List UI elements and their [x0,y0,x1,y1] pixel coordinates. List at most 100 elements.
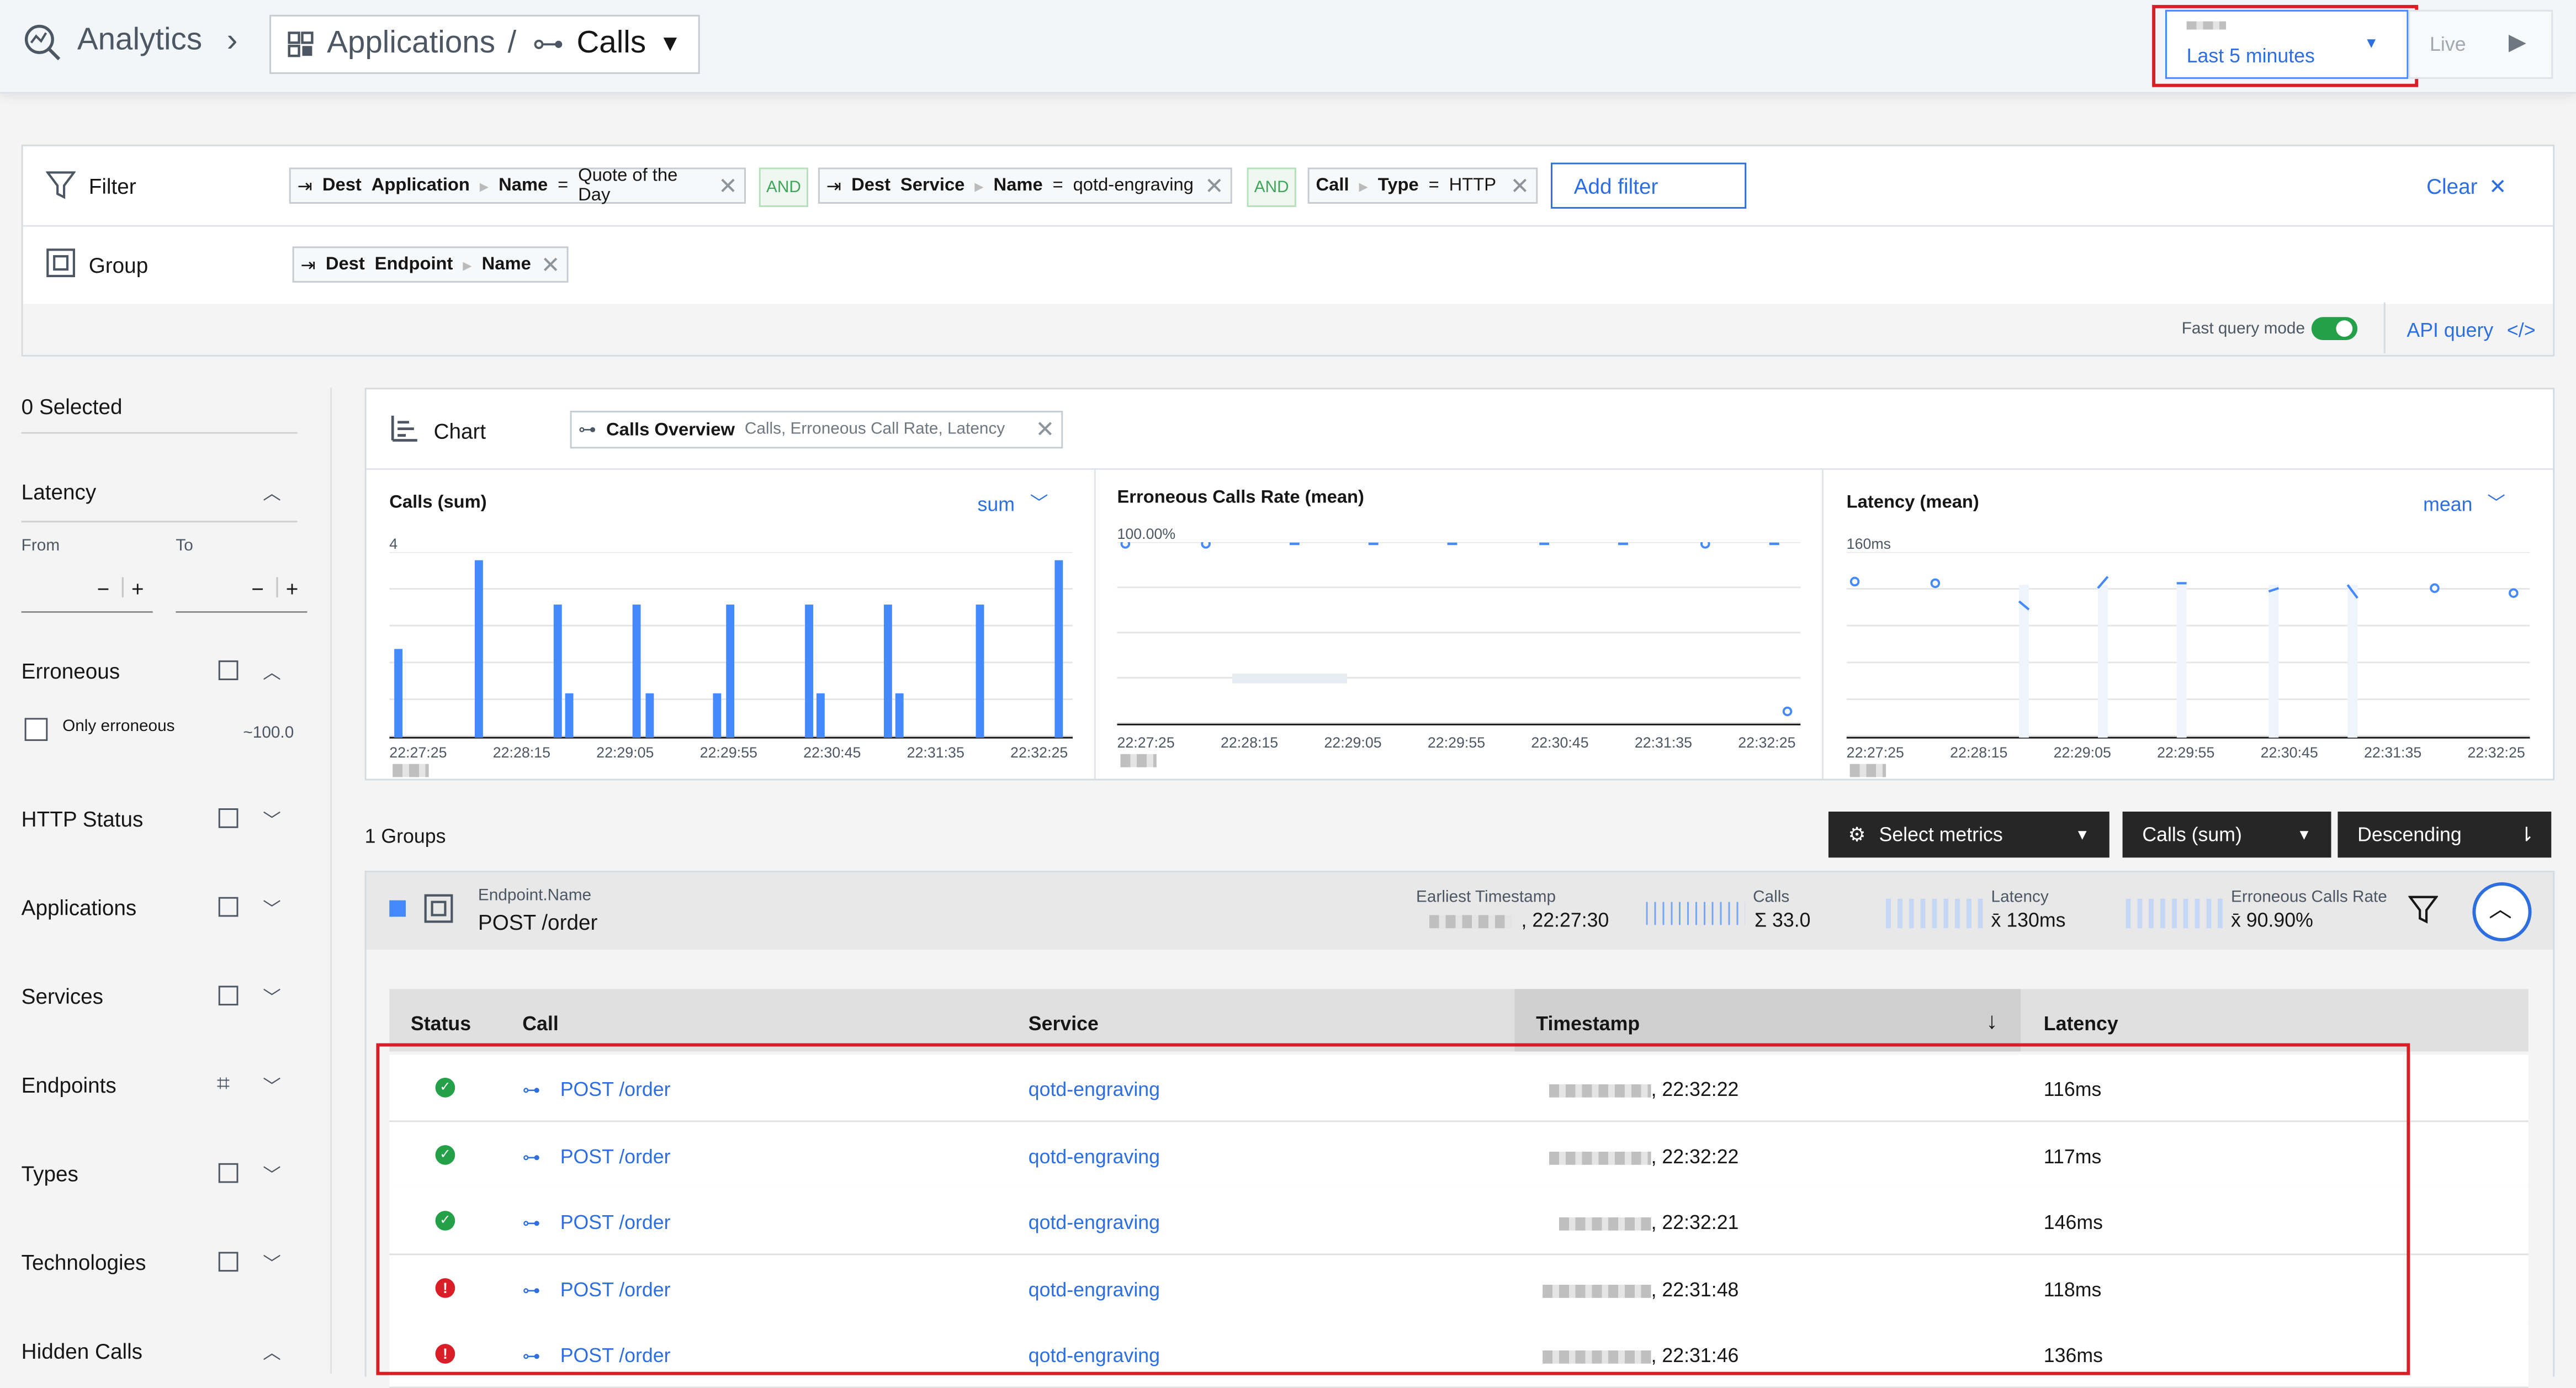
chevron-down-icon[interactable]: ﹀ [1030,490,1048,516]
x-tick: 22:30:45 [1531,734,1589,751]
close-icon[interactable]: ✕ [2489,174,2506,200]
chart-preset-chip[interactable]: ⊶ Calls Overview Calls, Erroneous Call R… [570,410,1063,449]
aggregation-dropdown[interactable]: mean [2423,493,2472,516]
chevron-up-icon[interactable]: ︿ [263,659,281,685]
collapse-group-button[interactable]: ︿ [2472,882,2532,942]
plus-icon[interactable]: + [131,576,144,601]
sort-metric-dropdown[interactable]: Calls (sum) ▼ [2122,811,2331,858]
facet-hidden-calls[interactable]: Hidden Calls [22,1339,301,1364]
group-row-header[interactable] [364,871,2555,953]
group-by-icon[interactable] [218,986,238,1006]
breadcrumb-analytics[interactable]: Analytics [77,23,202,59]
filter-chip-type[interactable]: Call ▸ Type = HTTP ✕ [1307,167,1538,204]
facet-latency[interactable]: Latency [22,480,301,505]
group-by-icon[interactable]: ⌗ [217,1069,230,1098]
time-range-selector[interactable]: Last 5 minutes ▼ [2165,9,2409,79]
facet-services[interactable]: Services [22,984,301,1009]
x-tick: 22:31:35 [907,744,964,761]
group-key-value: POST /order [478,910,598,935]
path-separator: / [507,26,517,61]
facet-types[interactable]: Types [22,1162,301,1186]
from-label: From [21,537,60,555]
chip-part: Service [900,176,965,196]
column-service[interactable]: Service [1029,1012,1099,1035]
facet-endpoints[interactable]: Endpoints [22,1073,301,1098]
code-icon[interactable]: </> [2507,319,2536,342]
chevron-up-icon[interactable]: ︿ [263,1339,281,1365]
group-label: Group [88,253,149,278]
facet-applications[interactable]: Applications [22,896,301,920]
x-tick: 22:30:45 [803,744,861,761]
group-by-icon[interactable] [218,1163,238,1183]
arrow-down-icon[interactable]: ↓ [1986,1007,1998,1034]
facet-http-status[interactable]: HTTP Status [22,807,301,831]
column-latency[interactable]: Latency [2044,1012,2118,1035]
latency-from-input[interactable]: − | + [21,572,153,613]
chevron-down-icon[interactable]: ﹀ [263,1073,281,1099]
latency-to-input[interactable]: − | + [176,572,308,613]
filter-chip-service[interactable]: ⇥ Dest Service ▸ Name = qotd-engraving ✕ [818,167,1232,204]
group-by-icon[interactable] [218,897,238,917]
filter-chip-application[interactable]: ⇥ Dest Application ▸ Name = Quote of the … [289,166,746,205]
chip-operator: = [1052,176,1063,196]
entity-selector[interactable]: Applications / Calls ▼ [269,14,700,74]
close-icon[interactable]: ✕ [1205,172,1224,200]
facet-erroneous[interactable]: Erroneous [22,659,301,684]
plus-icon[interactable]: + [286,576,299,601]
add-filter-button[interactable]: Add filter [1551,162,1747,209]
filter-icon[interactable] [2408,896,2438,925]
group-by-icon[interactable] [218,1252,238,1272]
chevron-down-icon[interactable]: ﹀ [263,1251,281,1277]
and-operator[interactable]: AND [759,167,809,207]
chevron-down-icon[interactable]: ﹀ [2487,490,2505,516]
live-toggle[interactable]: Live ▶ [2408,9,2553,79]
aggregation-dropdown[interactable]: sum [978,493,1015,516]
divider [366,468,2553,470]
latency-chart [1846,552,2530,739]
play-icon[interactable]: ▶ [2509,28,2526,56]
chevron-down-icon[interactable]: ﹀ [263,807,281,833]
clear-button[interactable]: Clear [2426,174,2477,199]
x-tick: 22:29:05 [596,744,654,761]
chevron-up-icon[interactable]: ︿ [263,480,281,506]
sort-order-dropdown[interactable]: Descending ⇂ [2338,811,2552,858]
chevron-down-icon[interactable]: ﹀ [263,1162,281,1188]
bar [726,605,735,738]
chip-part: Dest [325,255,365,274]
select-metrics-button[interactable]: ⚙ Select metrics ▼ [1828,811,2109,858]
time-range-meta [2186,21,2227,30]
close-icon[interactable]: ✕ [718,172,738,200]
close-icon[interactable]: ✕ [1035,416,1054,444]
only-erroneous-label[interactable]: Only erroneous [62,718,174,736]
column-status[interactable]: Status [411,1012,471,1035]
chevron-right-icon: › [226,23,238,60]
fast-query-toggle[interactable] [2311,317,2358,340]
bar [394,649,403,738]
close-icon[interactable]: ✕ [541,251,560,279]
facet-technologies[interactable]: Technologies [22,1251,301,1275]
y-tick: 100.00% [1117,526,1176,542]
column-timestamp[interactable]: Timestamp [1536,1012,1640,1035]
range-band [2176,585,2187,738]
bar [1054,560,1063,738]
group-by-icon[interactable] [218,808,238,828]
api-query-button[interactable]: API query [2407,319,2493,342]
x-tick: 22:29:55 [2157,744,2215,761]
close-icon[interactable]: ✕ [1510,172,1529,200]
group-key-label: Endpoint.Name [478,887,592,905]
chart-preset-subtitle: Calls, Erroneous Call Rate, Latency [744,420,1005,439]
data-point [1120,542,1131,549]
group-by-icon[interactable] [218,660,238,680]
only-erroneous-checkbox[interactable] [24,718,48,741]
chevron-down-icon[interactable]: ﹀ [263,896,281,922]
minus-icon[interactable]: − [251,576,264,601]
date-label [1849,764,1886,777]
x-tick: 22:28:15 [1220,734,1279,751]
x-tick: 22:29:55 [1427,734,1486,751]
and-operator[interactable]: AND [1247,167,1296,207]
column-call[interactable]: Call [522,1012,559,1035]
time-range-label: Last 5 minutes [2186,44,2315,68]
chevron-down-icon[interactable]: ﹀ [263,984,281,1010]
minus-icon[interactable]: − [97,576,110,601]
group-chip-endpoint[interactable]: ⇥ Dest Endpoint ▸ Name ✕ [292,246,569,283]
